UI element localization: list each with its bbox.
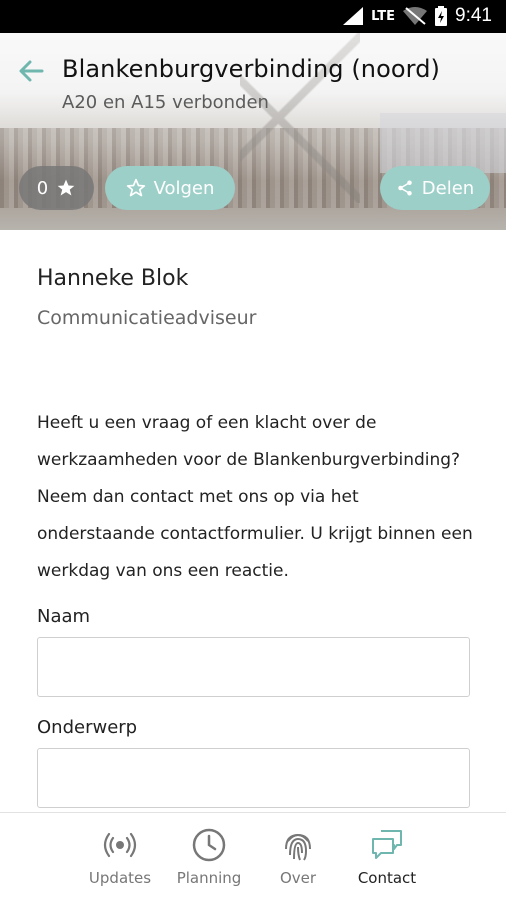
name-label: Naam <box>37 606 91 627</box>
share-label: Delen <box>421 177 475 199</box>
clock-icon <box>192 828 226 862</box>
nav-planning-label: Planning <box>176 869 242 887</box>
contact-role: Communicatieadviseur <box>37 307 257 329</box>
share-button[interactable]: Delen <box>380 166 490 210</box>
nav-updates[interactable]: Updates <box>80 827 160 887</box>
contact-intro: Heeft u een vraag of een klacht over de … <box>37 413 473 581</box>
status-bar: LTE 9:41 <box>0 0 506 33</box>
nav-contact-label: Contact <box>357 869 417 887</box>
back-arrow-icon[interactable] <box>14 54 48 88</box>
share-icon <box>398 180 412 196</box>
nav-over-label: Over <box>279 869 317 887</box>
bottom-navigation: Updates Planning Over Contact <box>0 812 506 900</box>
status-icons: LTE 9:41 <box>343 5 492 27</box>
follow-button[interactable]: Volgen <box>105 166 235 210</box>
broadcast-icon <box>103 832 137 858</box>
contact-name: Hanneke Blok <box>37 266 189 291</box>
nav-over[interactable]: Over <box>258 827 338 887</box>
follower-count-badge: 0 <box>19 166 94 210</box>
follow-label: Volgen <box>153 177 215 199</box>
signal-icon <box>343 7 364 25</box>
star-outline-icon <box>126 178 145 197</box>
fingerprint-icon <box>285 833 311 861</box>
page-title: Blankenburgverbinding (noord) <box>62 55 441 83</box>
battery-icon <box>435 6 448 26</box>
wifi-off-icon <box>403 7 428 25</box>
nav-updates-label: Updates <box>88 869 152 887</box>
star-icon <box>57 179 75 196</box>
name-field[interactable] <box>37 637 470 697</box>
page-subtitle: A20 en A15 verbonden <box>62 92 269 113</box>
subject-label: Onderwerp <box>37 717 138 738</box>
clock: 9:41 <box>455 5 492 26</box>
follower-count: 0 <box>36 177 49 199</box>
nav-planning[interactable]: Planning <box>169 827 249 887</box>
nav-contact[interactable]: Contact <box>347 827 427 887</box>
subject-field[interactable] <box>37 748 470 808</box>
chat-icon <box>372 830 402 859</box>
network-label: LTE <box>371 8 396 24</box>
